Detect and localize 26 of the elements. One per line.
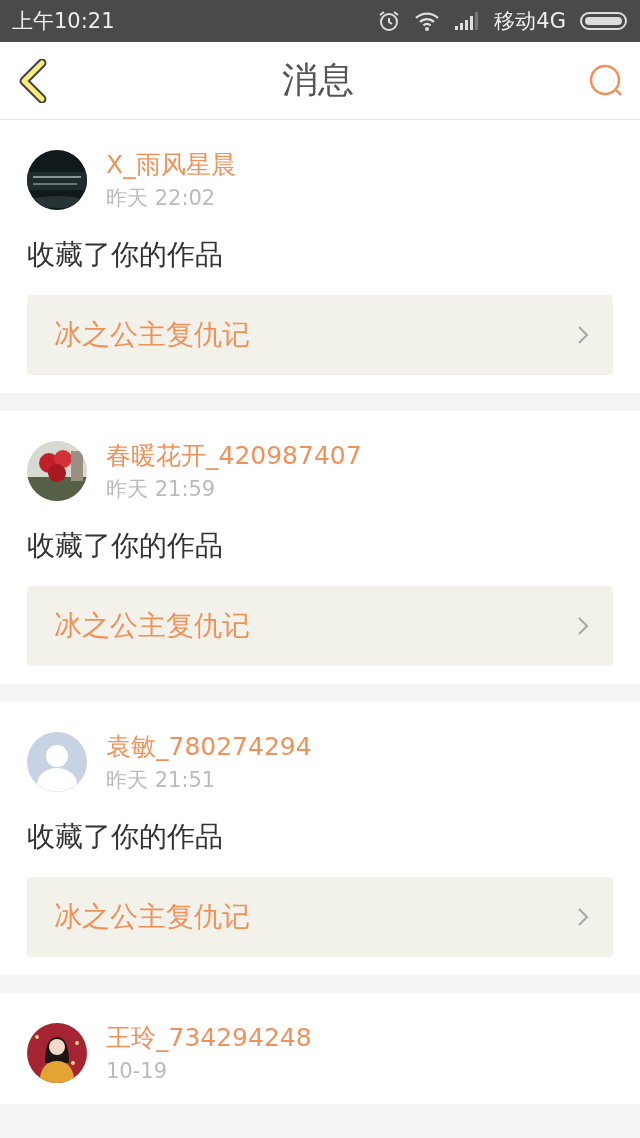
work-link[interactable]: 冰之公主复仇记 (27, 586, 613, 666)
message-time: 昨天 21:51 (106, 767, 217, 794)
message-time: 昨天 21:59 (106, 476, 217, 503)
avatar-icon (27, 732, 87, 792)
chevron-icon (577, 907, 589, 927)
user-name[interactable]: 袁敏_780274294 (106, 729, 312, 765)
signal-icon (454, 11, 481, 31)
activity-text: 收藏了你的作品 (27, 237, 224, 273)
work-link[interactable]: 冰之公主复仇记 (27, 295, 613, 375)
activity-text: 收藏了你的作品 (27, 528, 224, 564)
page-title: 消息 (282, 58, 354, 102)
alarm-icon (378, 10, 401, 32)
message-time: 昨天 22:02 (106, 185, 217, 212)
carrier-label: 移动4G (494, 8, 566, 35)
back-button[interactable] (18, 58, 48, 103)
chevron-icon (577, 325, 589, 345)
battery-icon (580, 11, 628, 31)
clock-time: 上午10:21 (12, 8, 115, 35)
activity-text: 收藏了你的作品 (27, 819, 224, 855)
chevron-icon (577, 616, 589, 636)
user-name[interactable]: 春暖花开_420987407 (106, 438, 362, 474)
work-link[interactable]: 冰之公主复仇记 (27, 877, 613, 957)
user-name[interactable]: 王玲_734294248 (106, 1020, 312, 1056)
message-time: 10-19 (106, 1058, 169, 1085)
wifi-icon (414, 11, 441, 31)
user-name[interactable]: X_雨风星晨 (106, 147, 236, 183)
